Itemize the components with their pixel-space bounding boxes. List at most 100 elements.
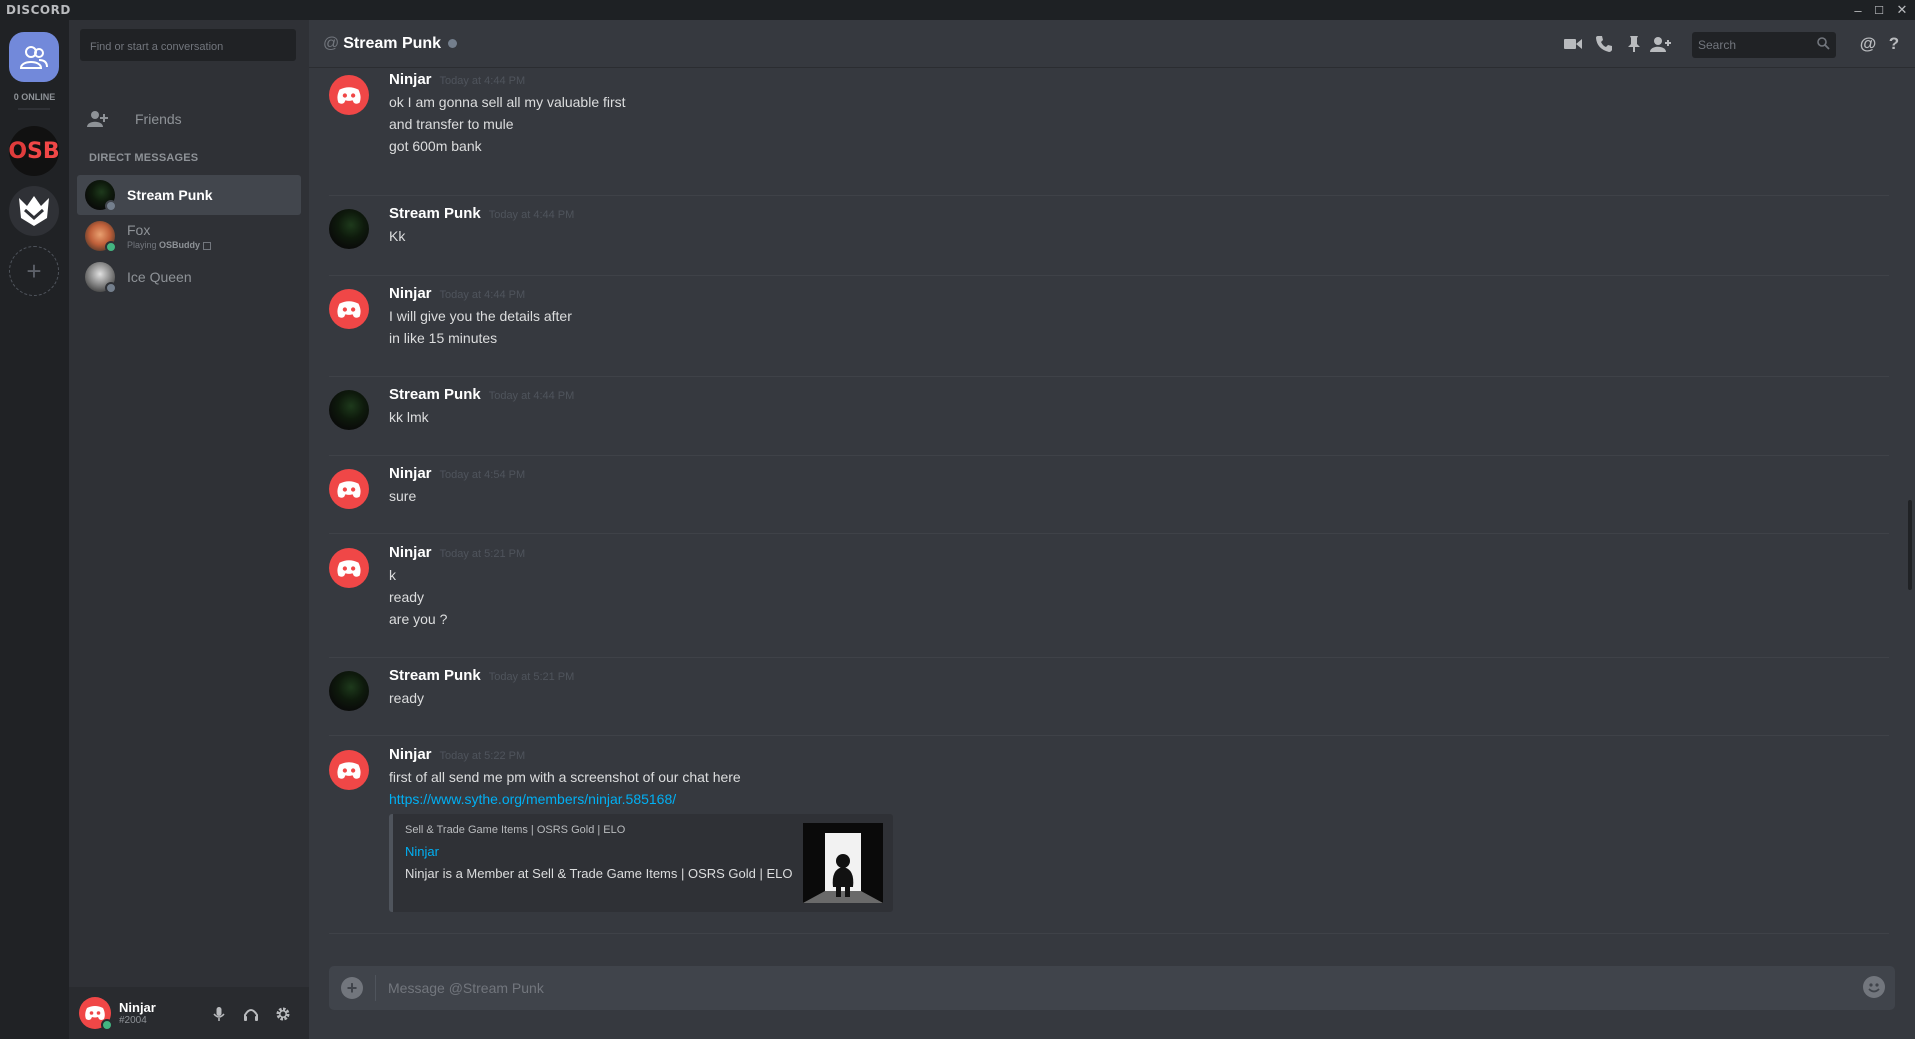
author-avatar[interactable] (329, 671, 369, 711)
search-input[interactable]: Search (1692, 32, 1836, 58)
message-group: Ninjar Today at 5:22 PM first of all send… (329, 746, 1889, 912)
user-panel: Ninjar #2004 (69, 987, 309, 1039)
channel-header: @ Stream Punk Search @ ? (309, 20, 1915, 68)
author-avatar[interactable] (329, 750, 369, 790)
status-indicator (105, 282, 117, 294)
server-osb[interactable]: O SB (8, 126, 60, 176)
message-author[interactable]: Ninjar (389, 544, 432, 561)
pin-icon (1628, 36, 1640, 52)
friends-nav-item[interactable]: Friends (77, 100, 301, 138)
author-avatar[interactable] (329, 289, 369, 329)
message-group: Stream Punk Today at 4:44 PM Kk (329, 205, 1889, 249)
message-author[interactable]: Stream Punk (389, 386, 481, 403)
shield-crown-icon (19, 196, 49, 226)
user-settings-button[interactable] (273, 1004, 293, 1024)
add-friend-to-dm-button[interactable] (1650, 34, 1672, 54)
avatar (85, 262, 117, 294)
message-timestamp: Today at 4:44 PM (439, 75, 526, 87)
message-text: sure (389, 488, 417, 504)
embed-thumbnail[interactable] (803, 823, 883, 903)
message-timestamp: Today at 4:44 PM (439, 289, 526, 301)
add-server-button[interactable]: + (9, 246, 59, 296)
author-avatar[interactable] (329, 75, 369, 115)
message-divider (329, 455, 1889, 456)
dm-item-fox[interactable]: Fox Playing OSBuddy (77, 216, 301, 256)
user-discriminator: #2004 (119, 1015, 147, 1026)
message-group: Ninjar Today at 4:54 PM sure (329, 465, 1889, 509)
message-text: kk lmk (389, 409, 429, 425)
message-author[interactable]: Ninjar (389, 71, 432, 88)
message-author[interactable]: Ninjar (389, 285, 432, 302)
dm-name: Ice Queen (127, 269, 192, 285)
author-avatar[interactable] (329, 548, 369, 588)
message-scrollbar[interactable] (1908, 500, 1912, 590)
message-divider (329, 275, 1889, 276)
help-icon: ? (1888, 34, 1900, 53)
discord-logo-icon (85, 1006, 105, 1020)
message-group: Ninjar Today at 4:44 PM I will give you t… (329, 285, 1889, 349)
mute-button[interactable] (209, 1004, 229, 1024)
message-group: Stream Punk Today at 4:44 PM kk lmk (329, 386, 1889, 430)
status-indicator (105, 241, 117, 253)
gear-icon (276, 1007, 290, 1021)
message-author[interactable]: Stream Punk (389, 205, 481, 222)
pinned-messages-button[interactable] (1623, 34, 1645, 54)
search-icon (1817, 37, 1830, 53)
message-divider (329, 376, 1889, 377)
composer-divider (375, 975, 376, 1001)
message-divider (329, 933, 1889, 934)
dm-item-stream-punk[interactable]: Stream Punk (77, 175, 301, 215)
close-button[interactable]: ✕ (1889, 0, 1915, 20)
message-link[interactable]: https://www.sythe.org/members/ninjar.585… (389, 788, 1889, 810)
friends-icon (87, 110, 119, 128)
embed-description: Ninjar is a Member at Sell & Trade Game … (405, 866, 793, 881)
mentions-button[interactable]: @ (1857, 34, 1879, 54)
discord-logo-icon (337, 300, 361, 318)
message-author[interactable]: Ninjar (389, 465, 432, 482)
message-timestamp: Today at 4:44 PM (488, 390, 575, 402)
message-author[interactable]: Ninjar (389, 746, 432, 763)
doorway-figure-image (803, 823, 883, 903)
dm-activity: Playing OSBuddy (127, 240, 211, 250)
video-call-button[interactable] (1562, 34, 1584, 54)
discord-logo-icon (337, 480, 361, 498)
smiley-icon (1868, 983, 1880, 993)
message-composer[interactable]: + Message @Stream Punk (329, 966, 1895, 1010)
home-button[interactable] (9, 32, 59, 82)
message-text: k (389, 567, 396, 583)
message-group: Stream Punk Today at 5:21 PM ready (329, 667, 1889, 711)
voice-call-button[interactable] (1593, 34, 1615, 54)
message-timestamp: Today at 5:22 PM (439, 750, 526, 762)
message-group: Ninjar Today at 4:44 PM ok I am gonna sel… (329, 71, 1889, 157)
discord-logo-icon (337, 559, 361, 577)
avatar (85, 180, 117, 212)
server-rail: 0 ONLINE O SB + (0, 20, 69, 1039)
upload-button[interactable]: + (341, 977, 363, 999)
user-avatar[interactable] (79, 997, 113, 1031)
message-author[interactable]: Stream Punk (389, 667, 481, 684)
author-avatar[interactable] (329, 209, 369, 249)
emoji-picker-button[interactable] (1863, 976, 1885, 998)
phone-icon (1596, 36, 1612, 52)
avatar (85, 221, 117, 253)
message-input[interactable]: Message @Stream Punk (388, 980, 544, 996)
server-shield[interactable] (9, 186, 59, 236)
message-divider (329, 533, 1889, 534)
search-placeholder: Search (1698, 38, 1737, 52)
chat-area: @ Stream Punk Search @ ? Ninjar Today at… (309, 20, 1915, 1039)
deafen-button[interactable] (241, 1004, 261, 1024)
message-text: and transfer to mule (389, 116, 514, 132)
help-button[interactable]: ? (1883, 34, 1905, 54)
discord-logo-icon (337, 761, 361, 779)
author-avatar[interactable] (329, 390, 369, 430)
activity-game: OSBuddy (159, 240, 201, 250)
dm-item-ice-queen[interactable]: Ice Queen (77, 257, 301, 297)
headphones-icon (244, 1008, 258, 1021)
add-user-icon (1650, 37, 1671, 52)
conversation-search-input[interactable]: Find or start a conversation (80, 29, 296, 61)
message-list[interactable]: Ninjar Today at 4:44 PM ok I am gonna sel… (309, 69, 1899, 944)
osb-logo-sb: SB (27, 138, 60, 164)
dm-sidebar: Find or start a conversation Friends DIR… (69, 20, 309, 1039)
embed-title[interactable]: Ninjar (405, 844, 439, 859)
author-avatar[interactable] (329, 469, 369, 509)
